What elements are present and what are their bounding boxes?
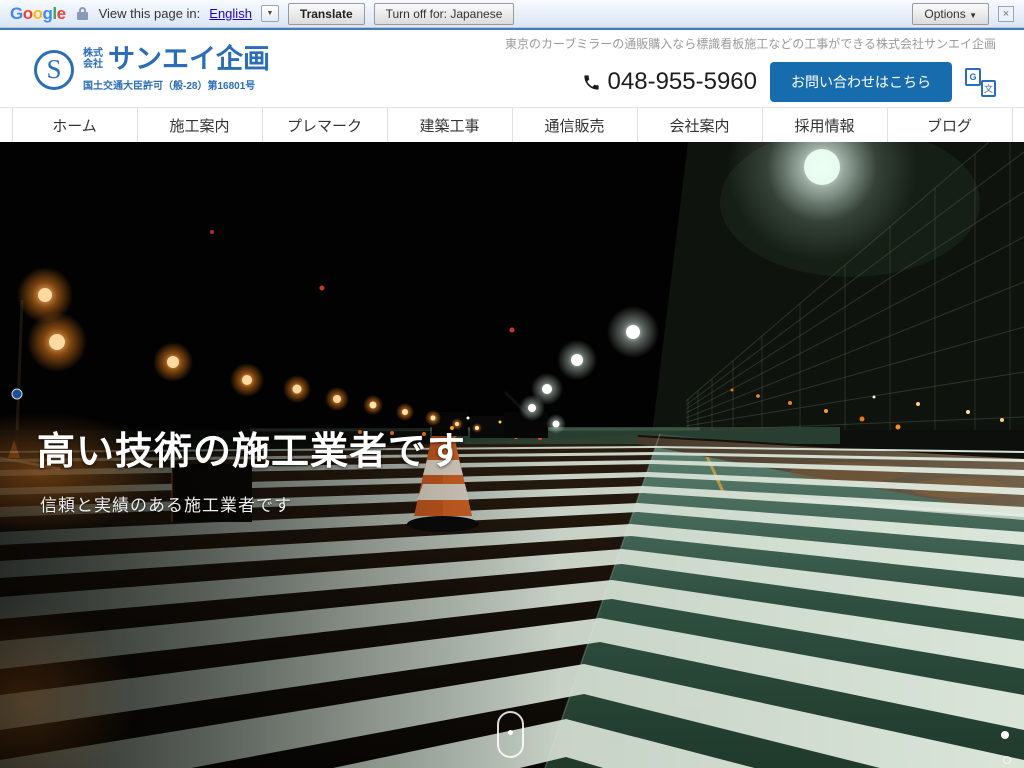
hero-title: 高い技術の施工業者です (37, 420, 466, 475)
google-logo: Google (10, 4, 66, 24)
scroll-mouse-icon (497, 711, 524, 758)
main-nav: ホーム 施工案内 プレマーク 建築工事 通信販売 会社案内 採用情報 ブログ (0, 107, 1024, 142)
logo-s-mark-icon: S (34, 50, 74, 90)
nav-item-company[interactable]: 会社案内 (637, 108, 762, 142)
nav-item-construction-guide[interactable]: 施工案内 (137, 108, 262, 142)
translate-button[interactable]: Translate (288, 3, 365, 25)
contact-button[interactable]: お問い合わせはこちら (770, 62, 952, 102)
options-button[interactable]: Options ▼ (912, 3, 989, 25)
carousel-dot[interactable] (1003, 756, 1011, 764)
nav-item-blog[interactable]: ブログ (887, 108, 1013, 142)
chevron-down-icon: ▼ (266, 10, 273, 17)
translate-widget-icon[interactable]: G 文 (965, 68, 996, 97)
logo-company-prefix: 株式 会社 (83, 48, 103, 73)
google-translate-bar: Google View this page in: English ▼ Tran… (0, 0, 1024, 28)
turn-off-button[interactable]: Turn off for: Japanese (374, 3, 515, 25)
site-header: S 株式 会社 サンエイ企画 国土交通大臣許可（般-28）第16801号 東京の… (0, 28, 1024, 107)
scroll-dot (508, 730, 513, 735)
site-tagline: 東京のカーブミラーの通販購入なら標識看板施工などの工事ができる株式会社サンエイ企… (505, 35, 996, 52)
phone-number: 048-955-5960 (582, 68, 757, 96)
language-link[interactable]: English (209, 6, 252, 21)
phone-icon (582, 73, 601, 92)
company-logo[interactable]: S 株式 会社 サンエイ企画 国土交通大臣許可（般-28）第16801号 (34, 46, 270, 92)
hero-slider: 高い技術の施工業者です 信頼と実績のある施工業者です (0, 142, 1024, 768)
carousel-dot-active[interactable] (1001, 731, 1009, 739)
hero-subtitle: 信頼と実績のある施工業者です (40, 491, 292, 516)
nav-item-online-shop[interactable]: 通信販売 (512, 108, 637, 142)
lock-icon (77, 7, 88, 20)
nav-item-premark[interactable]: プレマーク (262, 108, 387, 142)
view-page-label: View this page in: (99, 6, 201, 21)
nav-item-home[interactable]: ホーム (12, 108, 137, 142)
license-number: 国土交通大臣許可（般-28）第16801号 (83, 77, 270, 92)
company-name: サンエイ企画 (108, 46, 270, 73)
nav-item-building-works[interactable]: 建築工事 (387, 108, 512, 142)
nav-item-recruit[interactable]: 採用情報 (762, 108, 887, 142)
language-dropdown[interactable]: ▼ (261, 5, 279, 22)
chevron-down-icon: ▼ (969, 11, 977, 20)
close-icon[interactable]: × (998, 6, 1014, 22)
